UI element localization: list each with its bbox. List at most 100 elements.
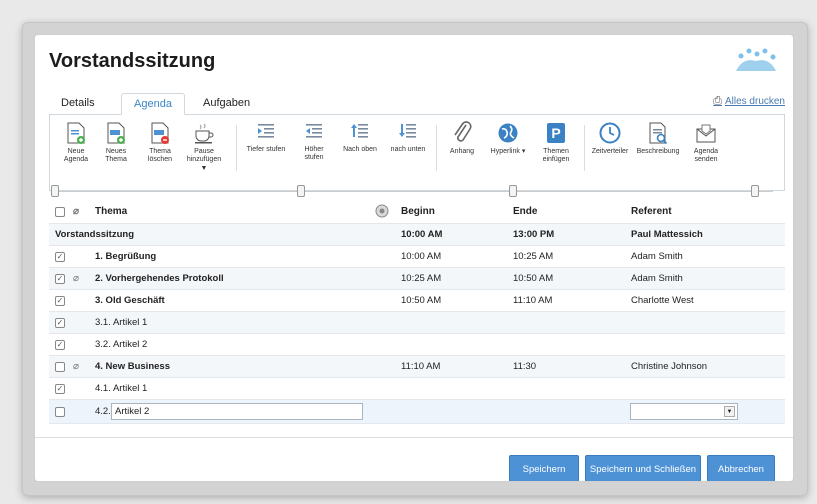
hyperlink-button[interactable]: Hyperlink ▾ <box>486 121 530 156</box>
header-end[interactable]: Ende <box>513 201 537 223</box>
description-icon <box>649 122 668 145</box>
new-topic-button[interactable]: Neues Thema <box>96 121 136 164</box>
table-row[interactable]: ✓ 4.1. Artikel 1 <box>49 378 785 400</box>
table-row[interactable]: ✓ ⌀ 2. Vorhergehendes Protokoll 10:25 AM 10:… <box>49 268 785 290</box>
toolbar-separator <box>236 125 237 171</box>
insert-topics-label: Themen einfügen <box>542 148 570 163</box>
move-up-button[interactable]: Nach oben <box>340 121 380 154</box>
new-agenda-icon <box>67 122 85 144</box>
row-speaker: Adam Smith <box>631 273 683 284</box>
row-checkbox[interactable] <box>55 407 65 417</box>
row-speaker: Christine Johnson <box>631 361 708 372</box>
row-checkbox[interactable]: ✓ <box>55 252 65 262</box>
table-row[interactable]: ✓ 3. Old Geschäft 10:50 AM 11:10 AM Charlott… <box>49 290 785 312</box>
row-topic: 2. Vorhergehendes Protokoll <box>95 273 224 284</box>
save-button[interactable]: Speichern <box>509 455 579 481</box>
edit-row-number: 4.2. <box>95 406 111 417</box>
row-checkbox[interactable]: ✓ <box>55 340 65 350</box>
agenda-dialog: Vorstandssitzung Details Agenda Aufgaben… <box>34 34 794 482</box>
new-agenda-button[interactable]: Neue Agenda <box>56 121 96 164</box>
meeting-row[interactable]: Vorstandssitzung 10:00 AM 13:00 PM Paul … <box>49 224 785 246</box>
time-distributor-label: Zeitverteiler <box>591 148 629 155</box>
row-start: 10:25 AM <box>401 273 442 284</box>
save-and-close-button[interactable]: Speichern und Schließen <box>585 455 701 481</box>
delete-topic-button[interactable]: Thema löschen <box>140 121 180 164</box>
row-end: 11:30 <box>513 361 537 372</box>
tab-bar: Details Agenda Aufgaben <box>49 93 785 115</box>
printer-icon: ⎙ <box>713 95 722 107</box>
row-end: 10:25 AM <box>513 251 554 262</box>
dialog-title: Vorstandssitzung <box>49 50 216 72</box>
agenda-table: ⌀ Thema Beginn Ende Referent Vorstandssi… <box>49 201 785 424</box>
toolbar-separator <box>436 125 437 171</box>
attachment-button[interactable]: Anhang <box>442 121 482 156</box>
table-row[interactable]: ✓ 3.2. Artikel 2 <box>49 334 785 356</box>
edit-row[interactable]: 4.2. Artikel 2 ▼ <box>49 400 785 424</box>
indent-button[interactable]: Tiefer stufen <box>246 121 286 154</box>
move-down-button[interactable]: nach unten <box>388 121 428 154</box>
insert-topics-button[interactable]: P Themen einfügen <box>536 121 576 164</box>
outdent-button[interactable]: Höher stufen <box>294 121 334 162</box>
description-button[interactable]: Beschreibung <box>634 121 682 156</box>
add-break-button[interactable]: Pause hinzufügen ▼ <box>184 121 224 173</box>
row-end: 11:10 AM <box>513 295 553 306</box>
row-topic: 3.1. Artikel 1 <box>95 317 148 328</box>
new-topic-icon <box>107 122 125 144</box>
svg-text:P: P <box>551 125 560 141</box>
paperclip-icon: ⌀ <box>73 206 80 217</box>
paperclip-icon[interactable]: ⌀ <box>73 356 79 378</box>
print-all-link[interactable]: ⎙ Alles drucken <box>713 95 785 108</box>
row-start: 10:50 AM <box>401 295 442 306</box>
toolbar-separator <box>584 125 585 171</box>
tab-aufgaben[interactable]: Aufgaben <box>193 93 260 115</box>
column-resize-handle[interactable] <box>509 185 517 197</box>
table-row[interactable]: ✓ 1. Begrüßung 10:00 AM 10:25 AM Adam Smith <box>49 246 785 268</box>
select-all-checkbox[interactable] <box>55 207 65 217</box>
topic-input[interactable]: Artikel 2 <box>111 403 363 420</box>
header-topic[interactable]: Thema <box>95 201 127 223</box>
table-row[interactable]: ⌀ 4. New Business 11:10 AM 11:30 Christine J… <box>49 356 785 378</box>
row-checkbox[interactable]: ✓ <box>55 318 65 328</box>
envelope-icon <box>696 124 716 143</box>
new-agenda-label: Neue Agenda <box>63 148 89 163</box>
paperclip-icon[interactable]: ⌀ <box>73 268 79 290</box>
speaker-select[interactable]: ▼ <box>630 403 738 420</box>
footer-bar: Speichern Speichern und Schließen Abbrec… <box>35 437 793 481</box>
meeting-topic: Vorstandssitzung <box>55 229 134 240</box>
row-topic: 3. Old Geschäft <box>95 295 165 306</box>
row-topic: 4. New Business <box>95 361 170 372</box>
table-row[interactable]: ✓ 3.1. Artikel 1 <box>49 312 785 334</box>
meeting-speaker: Paul Mattessich <box>631 229 703 240</box>
row-checkbox[interactable] <box>55 362 65 372</box>
header-start[interactable]: Beginn <box>401 201 435 223</box>
globe-icon <box>498 123 518 143</box>
indent-label: Tiefer stufen <box>246 146 286 153</box>
row-topic: 1. Begrüßung <box>95 251 157 262</box>
delete-topic-label: Thema löschen <box>147 148 173 163</box>
description-label: Beschreibung <box>636 148 680 155</box>
row-start: 10:00 AM <box>401 251 442 262</box>
row-speaker: Adam Smith <box>631 251 683 262</box>
column-resize-handle[interactable] <box>51 185 59 197</box>
add-break-label: Pause hinzufügen <box>186 148 222 163</box>
meeting-end: 13:00 PM <box>513 229 555 240</box>
print-all-label: Alles drucken <box>724 96 785 107</box>
move-up-icon <box>351 124 368 138</box>
time-distributor-button[interactable]: Zeitverteiler <box>588 121 632 156</box>
table-header-row: ⌀ Thema Beginn Ende Referent <box>49 201 785 224</box>
row-checkbox[interactable]: ✓ <box>55 274 65 284</box>
row-checkbox[interactable]: ✓ <box>55 296 65 306</box>
send-agenda-button[interactable]: Agenda senden <box>684 121 728 164</box>
meeting-start: 10:00 AM <box>401 229 443 240</box>
column-resize-handle[interactable] <box>751 185 759 197</box>
column-resize-track <box>55 191 773 192</box>
tab-agenda[interactable]: Agenda <box>121 93 185 115</box>
agenda-toolbar: Neue Agenda Neues Thema Thema löschen Pa… <box>49 115 785 191</box>
chevron-down-icon: ▾ <box>521 148 526 155</box>
indent-icon <box>258 124 274 138</box>
header-speaker[interactable]: Referent <box>631 201 672 223</box>
cancel-button[interactable]: Abbrechen <box>707 455 775 481</box>
column-resize-handle[interactable] <box>297 185 305 197</box>
row-checkbox[interactable]: ✓ <box>55 384 65 394</box>
tab-details[interactable]: Details <box>51 93 105 115</box>
